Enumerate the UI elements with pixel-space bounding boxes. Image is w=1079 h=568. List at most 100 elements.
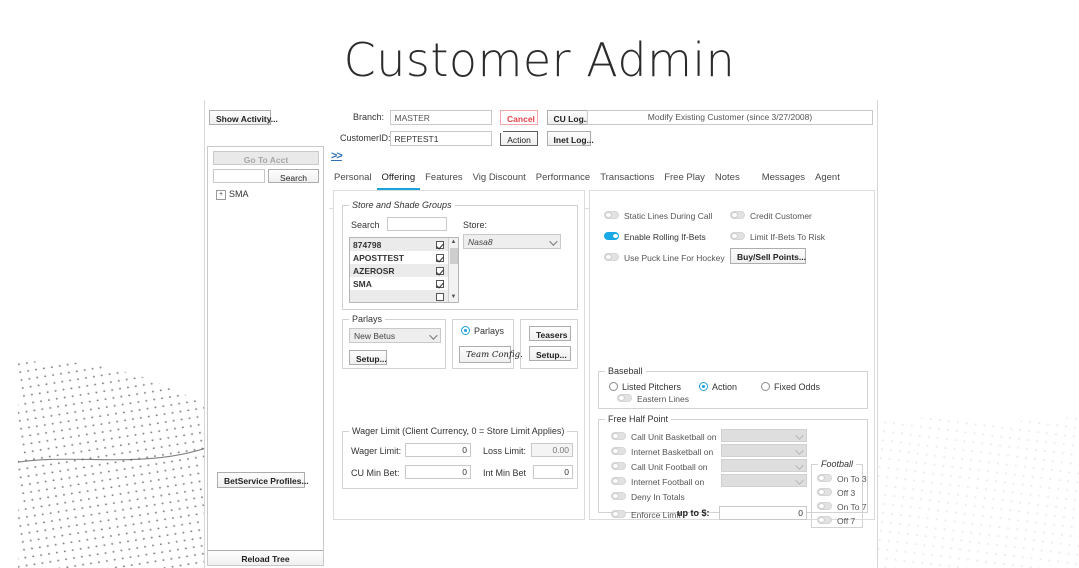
on-to-3-row[interactable]: On To 3 [817,474,867,484]
list-item-label: AZEROSR [353,265,395,276]
eastern-lines-toggle[interactable] [617,394,632,402]
tree-node-sma[interactable]: + SMA [216,189,249,200]
credit-customer-toggle[interactable] [730,211,745,219]
static-lines-toggle-row[interactable]: Static Lines During Call [604,211,712,221]
tab-notes[interactable]: Notes [710,170,745,188]
internet-football-toggle[interactable] [611,477,626,485]
wager-limit-input[interactable] [405,443,471,457]
radio-icon[interactable] [699,382,708,391]
credit-customer-toggle-row[interactable]: Credit Customer [730,211,812,221]
teasers-setup-button[interactable]: Setup... [529,346,571,361]
show-activity-button[interactable]: Show Activity... [209,110,278,125]
up-to-amount-input[interactable] [719,506,807,520]
scroll-thumb[interactable] [450,248,458,264]
on-to-3-toggle[interactable] [817,474,832,482]
betservice-profiles-button[interactable]: BetService Profiles... [217,472,309,488]
buy-sell-points-button[interactable]: Buy/Sell Points... [730,248,806,264]
tab-free-play[interactable]: Free Play [659,170,710,188]
cancel-button[interactable]: Cancel [500,110,539,125]
call-unit-basketball-toggle[interactable] [611,432,626,440]
list-item[interactable]: SMA [350,277,458,290]
puck-line-toggle-row[interactable]: Use Puck Line For Hockey [604,253,725,263]
credit-customer-label: Credit Customer [750,211,812,221]
parlay-setup-button[interactable]: Setup... [349,350,387,365]
internet-football-row[interactable]: Internet Football on [611,477,704,487]
off-7-toggle[interactable] [817,516,832,524]
tab-offering[interactable]: Offering [376,170,421,190]
list-item-checkbox[interactable] [436,266,444,275]
list-item-checkbox[interactable] [436,253,444,262]
eastern-lines-toggle-row[interactable]: Eastern Lines [617,394,689,404]
rolling-ifbets-toggle[interactable] [604,232,619,240]
action-radio-row[interactable]: Action [699,382,737,392]
enforce-limit-toggle[interactable] [611,510,626,518]
parlay-type-select[interactable]: New Betus [349,328,441,343]
limit-ifbets-label: Limit If-Bets To Risk [750,232,825,242]
store-group-list[interactable]: 874798 APOSTTEST AZEROSR SMA ▲ ▼ [349,237,459,303]
radio-icon[interactable] [461,326,470,335]
radio-icon[interactable] [761,382,770,391]
call-unit-basketball-row[interactable]: Call Unit Basketball on [611,432,717,442]
loss-limit-label: Loss Limit: [483,446,527,456]
parlays-radio-option[interactable]: Parlays [461,326,504,336]
reload-tree-button[interactable]: Reload Tree [208,550,323,565]
tree-node-label: SMA [229,189,249,199]
list-item[interactable]: APOSTTEST [350,251,458,264]
scroll-down-icon[interactable]: ▼ [449,293,458,302]
off-7-row[interactable]: Off 7 [817,516,855,526]
rolling-ifbets-toggle-row[interactable]: Enable Rolling If-Bets [604,232,706,242]
fixed-odds-radio-row[interactable]: Fixed Odds [761,382,820,392]
store-search-input[interactable] [387,217,447,231]
int-min-bet-input[interactable] [533,465,573,479]
expand-chevron-icon[interactable]: >> [331,150,343,162]
listed-pitchers-radio-row[interactable]: Listed Pitchers [609,382,681,392]
go-to-acct-button[interactable]: Go To Acct [213,151,319,165]
off-3-label: Off 3 [837,488,856,498]
loss-limit-input[interactable] [531,443,573,457]
off-3-row[interactable]: Off 3 [817,488,855,498]
deny-in-totals-row[interactable]: Deny In Totals [611,492,685,502]
list-item[interactable]: AZEROSR [350,264,458,277]
tab-features[interactable]: Features [420,170,468,188]
tab-messages[interactable]: Messages [757,170,810,188]
puck-line-toggle[interactable] [604,253,619,261]
cu-min-bet-input[interactable] [405,465,471,479]
off-3-toggle[interactable] [817,488,832,496]
tab-personal[interactable]: Personal [329,170,377,188]
list-item[interactable] [350,290,458,302]
inet-log-button[interactable]: Inet Log... [546,131,594,146]
list-item-checkbox[interactable] [436,279,444,288]
limit-ifbets-toggle-row[interactable]: Limit If-Bets To Risk [730,232,825,242]
team-config-button[interactable]: Team Config. [459,346,523,363]
list-item-checkbox[interactable] [436,240,444,249]
on-to-7-toggle[interactable] [817,502,832,510]
tab-vig-discount[interactable]: Vig Discount [468,170,531,188]
call-unit-football-toggle[interactable] [611,462,626,470]
on-to-7-row[interactable]: On To 7 [817,502,867,512]
static-lines-toggle[interactable] [604,211,619,219]
tree-search-button[interactable]: Search [268,169,319,183]
tree-search-input[interactable] [213,169,265,183]
branch-field[interactable]: MASTER [389,110,492,125]
radio-icon[interactable] [609,382,618,391]
teasers-button[interactable]: Teasers [529,326,571,341]
tab-performance[interactable]: Performance [531,170,595,188]
scroll-up-icon[interactable]: ▲ [449,238,458,247]
expand-plus-icon[interactable]: + [216,190,226,200]
list-item-checkbox[interactable] [436,292,444,301]
action-button[interactable]: Action [500,131,539,146]
internet-basketball-toggle[interactable] [611,447,626,455]
customer-id-field[interactable]: REPTEST1 [389,131,492,146]
list-item[interactable]: 874798 [350,238,458,251]
store-select[interactable]: Nasa8 [463,234,561,249]
list-item-label: SMA [353,278,372,289]
tab-agent[interactable]: Agent [810,170,845,188]
limit-ifbets-toggle[interactable] [730,232,745,240]
internet-basketball-row[interactable]: Internet Basketball on [611,447,713,457]
deny-in-totals-toggle[interactable] [611,492,626,500]
call-unit-football-row[interactable]: Call Unit Football on [611,462,708,472]
list-scrollbar[interactable]: ▲ ▼ [448,238,458,302]
cu-log-button[interactable]: CU Log... [546,110,591,125]
tab-transactions[interactable]: Transactions [595,170,659,188]
enforce-limit-row[interactable]: Enforce Limit [611,510,681,520]
